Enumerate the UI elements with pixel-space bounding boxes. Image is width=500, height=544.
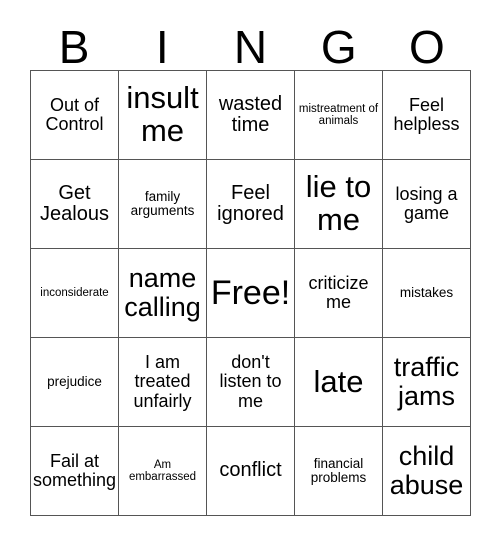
- bingo-header: B I N G O: [30, 14, 471, 70]
- bingo-cell-label: financial problems: [310, 455, 367, 485]
- bingo-cell-label: lie to me: [305, 169, 372, 237]
- bingo-cell[interactable]: Get Jealous: [31, 160, 119, 249]
- header-letter: B: [58, 21, 90, 73]
- bingo-cell[interactable]: prejudice: [31, 338, 119, 427]
- bingo-header-letter-i: I: [118, 14, 206, 70]
- bingo-cell-label: traffic jams: [393, 352, 460, 411]
- header-letter: I: [155, 21, 169, 73]
- bingo-cell-label: mistakes: [399, 284, 454, 300]
- header-letter: O: [409, 21, 445, 73]
- bingo-cell-label: conflict: [219, 459, 282, 482]
- bingo-cell-label: family arguments: [130, 188, 195, 218]
- bingo-cell-label: inconsiderate: [40, 286, 109, 299]
- bingo-cell-label: late: [313, 363, 364, 399]
- bingo-cell-label: insult me: [126, 80, 199, 148]
- bingo-cell[interactable]: late: [295, 338, 383, 427]
- bingo-cell[interactable]: mistreatment of animals: [295, 71, 383, 160]
- bingo-header-letter-o: O: [383, 14, 471, 70]
- bingo-cell-free-space[interactable]: Free!: [207, 249, 295, 338]
- header-letter: G: [320, 21, 357, 73]
- bingo-cell-label: mistreatment of animals: [298, 102, 379, 127]
- bingo-free-space-label: Free!: [210, 273, 291, 312]
- bingo-cell-label: Am embarrassed: [128, 458, 197, 483]
- bingo-header-letter-b: B: [30, 14, 118, 70]
- header-letter: N: [233, 21, 268, 73]
- bingo-cell[interactable]: lie to me: [295, 160, 383, 249]
- bingo-cell-label: prejudice: [47, 373, 102, 389]
- bingo-card: B I N G O Out of Control insult me waste…: [0, 0, 500, 544]
- bingo-cell[interactable]: Fail at something: [31, 427, 119, 516]
- bingo-cell-label: don't listen to me: [219, 352, 282, 411]
- bingo-cell[interactable]: insult me: [119, 71, 207, 160]
- bingo-cell[interactable]: inconsiderate: [31, 249, 119, 338]
- bingo-cell[interactable]: Out of Control: [31, 71, 119, 160]
- bingo-cell-label: criticize me: [308, 272, 369, 312]
- bingo-cell-label: Get Jealous: [40, 181, 109, 225]
- bingo-cell-label: child abuse: [389, 441, 464, 500]
- bingo-cell[interactable]: financial problems: [295, 427, 383, 516]
- bingo-cell-label: I am treated unfairly: [133, 352, 192, 411]
- bingo-cell-label: wasted time: [218, 92, 283, 136]
- bingo-cell[interactable]: I am treated unfairly: [119, 338, 207, 427]
- bingo-cell[interactable]: Feel helpless: [383, 71, 471, 160]
- bingo-cell-label: Out of Control: [45, 94, 104, 134]
- bingo-cell[interactable]: criticize me: [295, 249, 383, 338]
- bingo-cell[interactable]: don't listen to me: [207, 338, 295, 427]
- bingo-cell[interactable]: traffic jams: [383, 338, 471, 427]
- bingo-cell-label: Fail at something: [32, 450, 117, 490]
- bingo-cell[interactable]: Feel ignored: [207, 160, 295, 249]
- bingo-cell-label: name calling: [124, 263, 201, 322]
- bingo-cell-label: Feel helpless: [393, 94, 460, 134]
- bingo-cell[interactable]: name calling: [119, 249, 207, 338]
- bingo-cell-label: Feel ignored: [217, 181, 284, 225]
- bingo-cell[interactable]: mistakes: [383, 249, 471, 338]
- bingo-grid: Out of Control insult me wasted time mis…: [30, 70, 471, 516]
- bingo-cell[interactable]: Am embarrassed: [119, 427, 207, 516]
- bingo-cell[interactable]: wasted time: [207, 71, 295, 160]
- bingo-header-letter-g: G: [295, 14, 383, 70]
- bingo-cell[interactable]: child abuse: [383, 427, 471, 516]
- bingo-cell[interactable]: family arguments: [119, 160, 207, 249]
- bingo-cell[interactable]: conflict: [207, 427, 295, 516]
- bingo-header-letter-n: N: [206, 14, 294, 70]
- bingo-cell-label: losing a game: [395, 183, 458, 223]
- bingo-cell[interactable]: losing a game: [383, 160, 471, 249]
